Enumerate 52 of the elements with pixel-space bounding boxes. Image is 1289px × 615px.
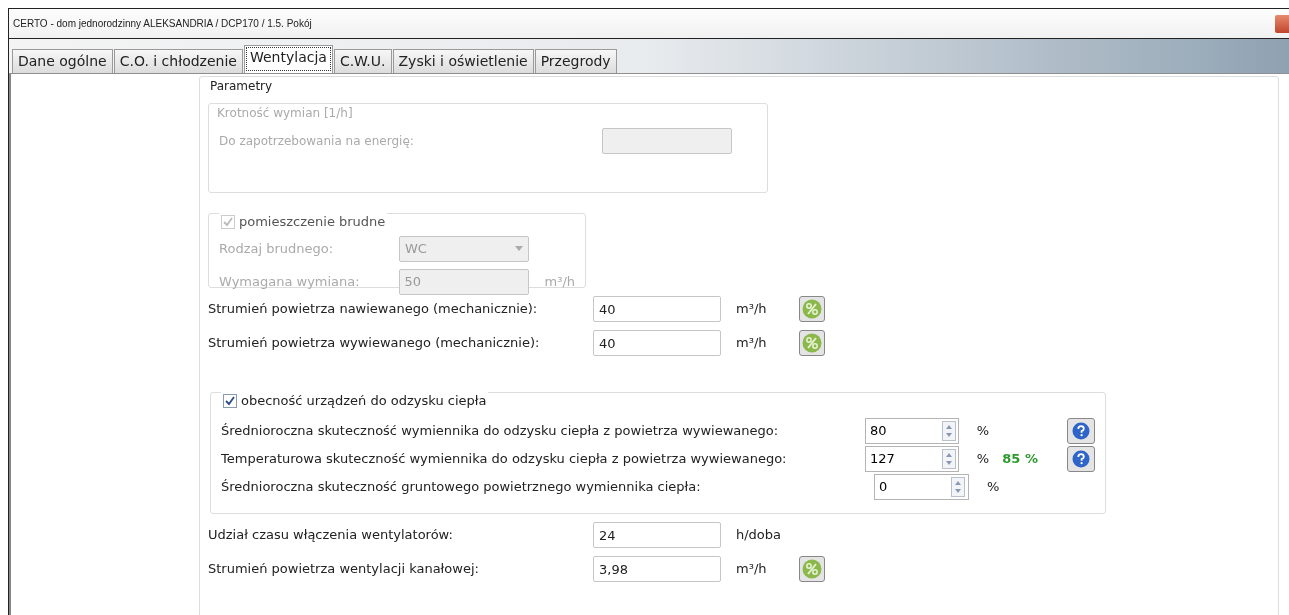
field-label: Strumień powietrza nawiewanego (mechanicznie): bbox=[208, 300, 539, 319]
help-button[interactable] bbox=[1067, 418, 1095, 444]
unit-label: % bbox=[976, 450, 990, 469]
field-label: Rodzaj brudnego: bbox=[219, 239, 335, 258]
field-label: Średnioroczna skuteczność wymiennika do odzysku ciepła z powietrza wywiewanego: bbox=[221, 422, 780, 441]
unit-label: m³/h bbox=[736, 334, 768, 353]
tab[interactable]: C.W.U. bbox=[333, 49, 392, 73]
field-label: Do zapotrzebowania na energię: bbox=[219, 133, 415, 150]
field-label: Wymagana wymiana: bbox=[219, 272, 361, 291]
caret-icon bbox=[515, 246, 523, 251]
group-title: Krotność wymian [1/h] bbox=[215, 104, 355, 122]
percent-icon bbox=[802, 559, 822, 579]
field-label: Strumień powietrza wywiewanego (mechanicznie): bbox=[208, 334, 541, 353]
unit-label: m³/h bbox=[736, 300, 768, 319]
spin-field[interactable]: 0 bbox=[874, 474, 969, 500]
tab[interactable]: C.O. i chłodzenie bbox=[113, 49, 243, 73]
field-label: Temperaturowa skuteczność wymiennika do odzysku ciepła z powietrza wywiewanego: bbox=[221, 450, 788, 469]
tab[interactable]: Dane ogólne bbox=[12, 49, 113, 73]
unit-label: m³/h bbox=[736, 560, 768, 579]
value-field[interactable]: 24 bbox=[593, 522, 721, 548]
close-button[interactable] bbox=[1275, 14, 1289, 33]
tab[interactable]: Zyski i oświetlenie bbox=[392, 49, 534, 73]
help-icon bbox=[1072, 450, 1091, 468]
field-label: Udział czasu włączenia wentylatorów: bbox=[208, 526, 454, 545]
unit-label: h/doba bbox=[736, 526, 783, 545]
percent-button[interactable] bbox=[799, 296, 825, 322]
help-icon bbox=[1072, 422, 1091, 440]
window-title: CERTO - dom jednorodzinny ALEKSANDRIA / DCP170 / 1.5. Pokój bbox=[13, 17, 312, 31]
value-field[interactable]: 3,98 bbox=[593, 556, 721, 582]
unit-label: % bbox=[987, 478, 1001, 497]
result-value: 85 % bbox=[1002, 450, 1039, 469]
value-field[interactable]: 40 bbox=[593, 330, 721, 356]
checkbox[interactable] bbox=[223, 394, 237, 408]
percent-icon bbox=[802, 333, 822, 353]
field-label: Średnioroczna skuteczność gruntowego powietrznego wymiennika ciepła: bbox=[221, 478, 702, 497]
help-button[interactable] bbox=[1067, 446, 1095, 472]
field-label: Strumień powietrza wentylacji kanałowej: bbox=[208, 560, 480, 579]
spinner-arrows-icon[interactable] bbox=[941, 449, 956, 469]
percent-button[interactable] bbox=[799, 556, 825, 582]
spinner-arrows-icon[interactable] bbox=[951, 477, 965, 497]
checkbox-label: obecność urządzeń do odzysku ciepła bbox=[241, 392, 487, 411]
percent-icon bbox=[802, 299, 822, 319]
unit-label: % bbox=[976, 422, 990, 441]
unit-label: m³/h bbox=[544, 272, 575, 291]
value-field[interactable]: 40 bbox=[593, 296, 721, 322]
spinner-arrows-icon[interactable] bbox=[941, 421, 956, 441]
spin-field[interactable]: 127 bbox=[864, 446, 959, 472]
checkbox-label: pomieszczenie brudne bbox=[239, 213, 386, 232]
tab[interactable]: Przegrody bbox=[534, 49, 617, 73]
percent-button[interactable] bbox=[799, 330, 825, 356]
spin-field[interactable]: 80 bbox=[864, 418, 959, 444]
tab[interactable]: Wentylacja bbox=[243, 45, 333, 73]
